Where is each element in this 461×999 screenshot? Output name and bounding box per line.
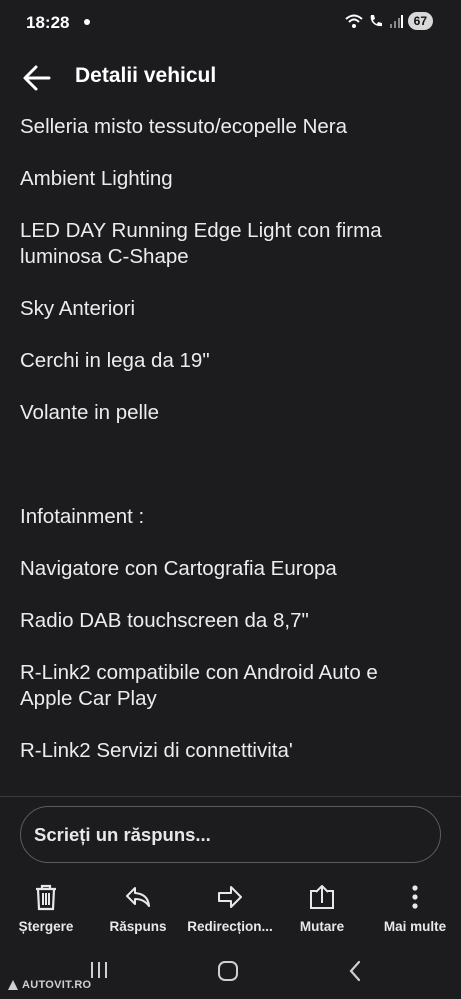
content-line: R-Link2 compatibile con Android Auto e [20, 661, 378, 684]
action-bar: Ștergere Răspuns Redirecțion... Mutare M… [0, 878, 461, 940]
page-title: Detalii vehicul [75, 64, 217, 87]
forward-button[interactable]: Redirecțion... [184, 878, 276, 940]
reply-arrow-icon [126, 887, 150, 907]
delete-button[interactable]: Ștergere [0, 878, 92, 940]
vertical-dots-icon [412, 885, 418, 909]
wifi-icon [344, 14, 363, 28]
forward-arrow-icon [218, 886, 242, 908]
move-button[interactable]: Mutare [276, 878, 368, 940]
content-line: Ambient Lighting [20, 167, 173, 190]
content-line: luminosa C-Shape [20, 245, 189, 268]
content-line: Selleria misto tessuto/ecopelle Nera [20, 115, 348, 138]
status-time: 18:28 [26, 13, 70, 32]
watermark-text: AUTOVIT.RO [22, 979, 92, 991]
system-nav-bar: AUTOVIT.RO [0, 944, 461, 999]
reply-button[interactable]: Răspuns [92, 878, 184, 940]
notification-dot-icon [84, 19, 90, 25]
reply-label: Răspuns [109, 919, 167, 934]
divider [0, 796, 461, 797]
app-header: Detalii vehicul [0, 56, 461, 100]
reply-field-container [20, 806, 441, 863]
status-icons: 67 [344, 12, 433, 30]
more-label: Mai multe [383, 919, 447, 934]
move-label: Mutare [299, 919, 345, 934]
content-line: R-Link2 Servizi di connettivita' [20, 739, 293, 762]
content-line: Cerchi in lega da 19" [20, 349, 210, 372]
content-line: LED DAY Running Edge Light con firma [20, 219, 382, 242]
content-line: Navigatore con Cartografia Europa [20, 557, 337, 580]
message-body: Selleria misto tessuto/ecopelle Nera Amb… [20, 114, 440, 764]
autovit-logo-icon [8, 980, 18, 990]
content-line: Radio DAB touchscreen da 8,7" [20, 609, 309, 632]
move-upload-icon [310, 885, 334, 909]
content-line: Infotainment : [20, 505, 145, 528]
delete-label: Ștergere [18, 919, 74, 934]
watermark: AUTOVIT.RO [7, 979, 91, 991]
back-nav-icon[interactable] [347, 960, 363, 982]
forward-label: Redirecțion... [187, 919, 273, 934]
trash-icon [36, 884, 56, 911]
more-button[interactable]: Mai multe [369, 878, 461, 940]
recent-apps-icon[interactable] [89, 960, 109, 980]
content-line: Volante in pelle [20, 401, 160, 424]
back-arrow-icon[interactable] [22, 64, 52, 92]
content-line: Sky Anteriori [20, 297, 136, 320]
signal-icon [389, 15, 403, 28]
battery-badge: 67 [407, 12, 433, 30]
wifi-call-icon [370, 15, 382, 27]
reply-input[interactable] [21, 807, 440, 862]
home-icon[interactable] [217, 960, 239, 982]
status-bar: 18:28 67 [0, 0, 461, 46]
content-line: Apple Car Play [20, 687, 157, 710]
